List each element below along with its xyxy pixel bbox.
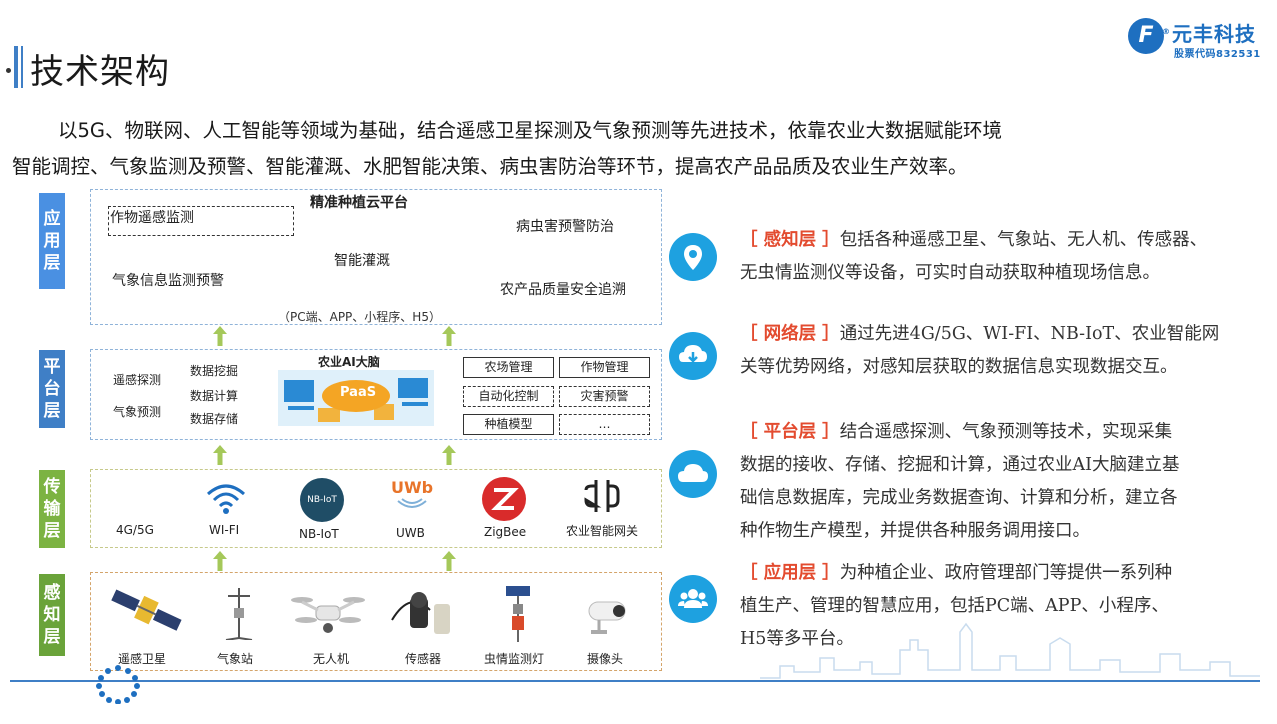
ai-brain-title: 农业AI大脑 <box>318 353 380 370</box>
perception-sensor: 传感器 <box>405 650 441 667</box>
dotted-ring-decoration <box>94 664 142 704</box>
perception-camera: 摄像头 <box>587 650 623 667</box>
up-arrow-icon <box>442 326 456 346</box>
platform-remote-sensing: 遥感探测 <box>113 371 161 388</box>
location-pin-icon <box>669 233 717 281</box>
desc-line: 为种植企业、政府管理部门等提供一系列种 <box>840 563 1173 583</box>
app-item-crop-monitoring: 作物遥感监测 <box>110 207 194 227</box>
up-arrow-icon <box>213 445 227 465</box>
grid-crop-management: 作物管理 <box>559 357 650 378</box>
intro-line-2: 智能调控、气象监测及预警、智能灌溉、水肥智能决策、病虫害防治等环节，提高农产品品… <box>12 150 968 179</box>
platform-weather-forecast: 气象预测 <box>113 403 161 420</box>
gateway-icon <box>582 476 622 516</box>
camera-icon <box>583 596 631 636</box>
app-channels: （PC端、APP、小程序、H5） <box>278 308 441 325</box>
desc-line: 结合遥感探测、气象预测等技术，实现采集 <box>840 422 1173 442</box>
layer-label-application: 应用层 <box>39 193 65 289</box>
weather-station-icon <box>220 586 258 640</box>
intro-line-1: 以5G、物联网、人工智能等领域为基础，结合遥感卫星探测及气象预测等先进技术，依靠… <box>58 114 1002 143</box>
desc-line: 通过先进4G/5G、WI-FI、NB-IoT、农业智能网 <box>840 324 1220 344</box>
up-arrow-icon <box>442 551 456 571</box>
nbiot-icon: NB-IoT <box>300 478 344 522</box>
desc-line: 无虫情监测仪等设备，可实时自动获取种植现场信息。 <box>740 257 1240 290</box>
bottom-divider <box>10 680 1260 682</box>
brand-name: 元丰科技 <box>1172 18 1256 47</box>
desc-perception: ［ 感知层 ］包括各种遥感卫星、气象站、无人机、传感器、 无虫情监测仪等设备，可… <box>740 224 1240 290</box>
zigbee-icon <box>482 477 526 521</box>
transport-gateway: 农业智能网关 <box>566 522 638 539</box>
title-bullet <box>6 68 11 73</box>
drone-icon <box>290 590 366 640</box>
uwb-icon: UWb <box>390 478 434 518</box>
desc-line: 础信息数据库，完成业务数据查询、计算和分析，建立各 <box>740 482 1240 515</box>
paas-label: PaaS <box>340 385 376 400</box>
layer-label-transport: 传输层 <box>39 470 65 548</box>
up-arrow-icon <box>442 445 456 465</box>
insect-monitor-lamp-icon <box>498 584 538 644</box>
transport-wifi: WI-FI <box>209 523 239 537</box>
platform-data-mining: 数据挖掘 <box>190 362 238 379</box>
perception-insect-lamp: 虫情监测灯 <box>484 650 544 667</box>
app-item-pest-warning: 病虫害预警防治 <box>516 216 614 236</box>
platform-data-compute: 数据计算 <box>190 387 238 404</box>
grid-disaster-warning: 灾害预警 <box>559 386 650 407</box>
grid-more: … <box>559 414 650 435</box>
cloud-download-icon <box>669 332 717 380</box>
up-arrow-icon <box>213 551 227 571</box>
desc-line: 数据的接收、存储、挖掘和计算，通过农业AI大脑建立基 <box>740 449 1240 482</box>
company-logo-icon: F® <box>1128 18 1164 54</box>
stock-code: 股票代码832531 <box>1174 45 1261 60</box>
users-icon <box>669 575 717 623</box>
desc-line: 包括各种遥感卫星、气象站、无人机、传感器、 <box>840 230 1208 250</box>
app-item-weather-monitoring: 气象信息监测预警 <box>112 270 224 290</box>
grid-automation-control: 自动化控制 <box>463 386 554 407</box>
sensor-icon <box>390 590 464 638</box>
desc-network: ［ 网络层 ］通过先进4G/5G、WI-FI、NB-IoT、农业智能网 关等优势… <box>740 318 1240 384</box>
paas-illustration: PaaS <box>278 370 434 426</box>
platform-data-storage: 数据存储 <box>190 410 238 427</box>
grid-planting-model: 种植模型 <box>463 414 554 435</box>
wifi-icon <box>205 482 247 516</box>
desc-tag-network: ［ 网络层 ］ <box>740 324 840 344</box>
desc-tag-perception: ［ 感知层 ］ <box>740 230 840 250</box>
up-arrow-icon <box>213 326 227 346</box>
transport-nbiot: NB-IoT <box>299 527 339 541</box>
desc-tag-application: ［ 应用层 ］ <box>740 563 840 583</box>
transport-uwb: UWB <box>396 526 425 540</box>
grid-farm-management: 农场管理 <box>463 357 554 378</box>
title-accent-bar-thin <box>21 46 23 88</box>
desc-tag-platform: ［ 平台层 ］ <box>740 422 840 442</box>
page-title: 技术架构 <box>30 44 170 93</box>
transport-zigbee: ZigBee <box>484 525 526 539</box>
satellite-icon <box>110 584 182 638</box>
perception-drone: 无人机 <box>313 650 349 667</box>
cloud-icon <box>669 450 717 498</box>
app-item-quality-tracing: 农产品质量安全追溯 <box>500 279 626 299</box>
layer-label-platform: 平台层 <box>39 350 65 428</box>
perception-weather-station: 气象站 <box>217 650 253 667</box>
app-item-smart-irrigation: 智能灌溉 <box>334 250 390 270</box>
cloud-platform-title: 精准种植云平台 <box>310 192 408 212</box>
layer-label-perception: 感知层 <box>39 574 65 656</box>
desc-line: 关等优势网络，对感知层获取的数据信息实现数据交互。 <box>740 351 1240 384</box>
title-accent-bar <box>14 46 18 88</box>
transport-4g5g: 4G/5G <box>116 523 154 537</box>
city-skyline-decoration <box>760 610 1260 680</box>
desc-line: 种作物生产模型，并提供各种服务调用接口。 <box>740 515 1240 548</box>
desc-platform: ［ 平台层 ］结合遥感探测、气象预测等技术，实现采集 数据的接收、存储、挖掘和计… <box>740 416 1240 548</box>
